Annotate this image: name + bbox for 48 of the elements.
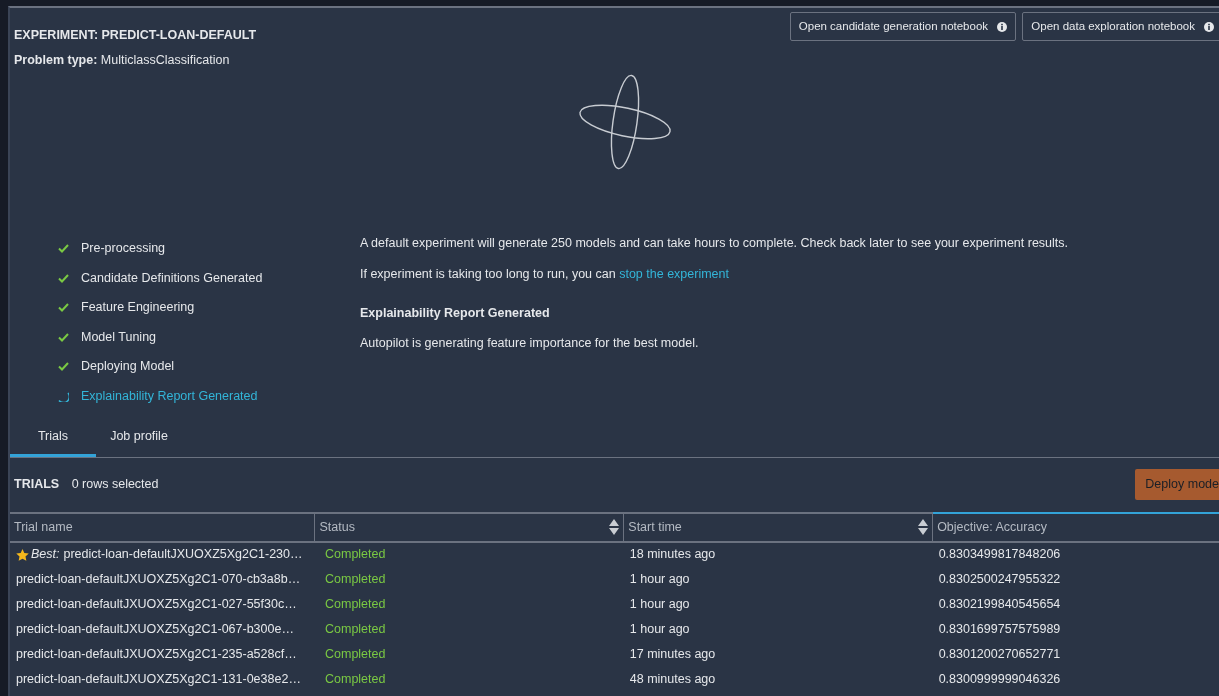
start-time: 18 minutes ago [629, 547, 716, 562]
trial-name: predict-loan-defaultJXUOXZ5Xg2C1-131-0e38e2… [16, 671, 301, 686]
status-text: Completed [325, 571, 386, 586]
step-label: Pre-processing [81, 240, 166, 258]
start-time: 1 hour ago [629, 596, 690, 611]
problem-type: Problem type: MulticlassClassification [14, 52, 231, 69]
tab[interactable]: Job profile [96, 419, 182, 457]
step-label: Candidate Definitions Generated [81, 269, 263, 287]
stop-hint: If experiment is taking too long to run, you can stop the experiment [360, 265, 730, 283]
start-time: 1 hour ago [629, 621, 690, 636]
status-text: Completed [325, 547, 386, 562]
accuracy-value: 0.8301699757575989 [938, 621, 1061, 636]
report-title: Explainability Report Generated [360, 304, 551, 322]
stop-link[interactable]: stop the experiment [619, 266, 729, 281]
start-time: 1 hour ago [629, 571, 690, 586]
column-header: Start time [628, 518, 682, 536]
trial-name: predict-loan-defaultJXUOXZ5Xg2C1-235-a528cf… [16, 646, 297, 661]
trial-name: predict-loan-defaultJXUOXZ5Xg2C1-230… [63, 547, 303, 562]
step-label: Model Tuning [81, 328, 157, 346]
start-time: 48 minutes ago [629, 671, 716, 686]
accuracy-value: 0.8302500247955322 [938, 571, 1061, 586]
selection-count: 0 rows selected [71, 476, 159, 494]
status-text: Completed [325, 621, 386, 636]
step-label: Deploying Model [81, 358, 175, 376]
trial-name: predict-loan-defaultJXUOXZ5Xg2C1-067-b300e… [16, 621, 294, 636]
start-time: 17 minutes ago [629, 646, 716, 661]
status-text: Completed [325, 646, 386, 661]
status-text: Completed [325, 671, 386, 686]
accuracy-value: 0.8302199840545654 [938, 596, 1061, 611]
info-message: A default experiment will generate 250 models and can take hours to complete. Check back later to see your experiment results. [360, 235, 1069, 252]
step-label: Feature Engineering [81, 299, 195, 317]
trial-name: predict-loan-defaultJXUOXZ5Xg2C1-027-55f30c… [16, 596, 297, 611]
tab[interactable]: Trials [10, 419, 96, 457]
experiment-title: EXPERIMENT: PREDICT-LOAN-DEFAULT [14, 27, 257, 44]
accuracy-value: 0.8300999999046326 [938, 671, 1061, 686]
step-label: Explainability Report Generated [81, 387, 258, 405]
notebook-button[interactable]: Open data exploration notebook [1022, 12, 1219, 41]
column-header: Trial name [14, 518, 73, 536]
status-text: Completed [325, 596, 386, 611]
report-text: Autopilot is generating feature importance for the best model. [360, 335, 700, 353]
column-header: Objective: Accuracy [937, 518, 1047, 536]
best-label: Best: [31, 547, 60, 562]
accuracy-value: 0.8301200270652771 [938, 646, 1061, 661]
trial-name: predict-loan-defaultJXUOXZ5Xg2C1-070-cb3a8b… [16, 571, 301, 586]
section-title: TRIALS [14, 476, 60, 494]
column-header: Status [319, 518, 355, 536]
notebook-button[interactable]: Open candidate generation notebook [789, 12, 1017, 41]
accuracy-value: 0.8303499817848206 [938, 547, 1061, 562]
